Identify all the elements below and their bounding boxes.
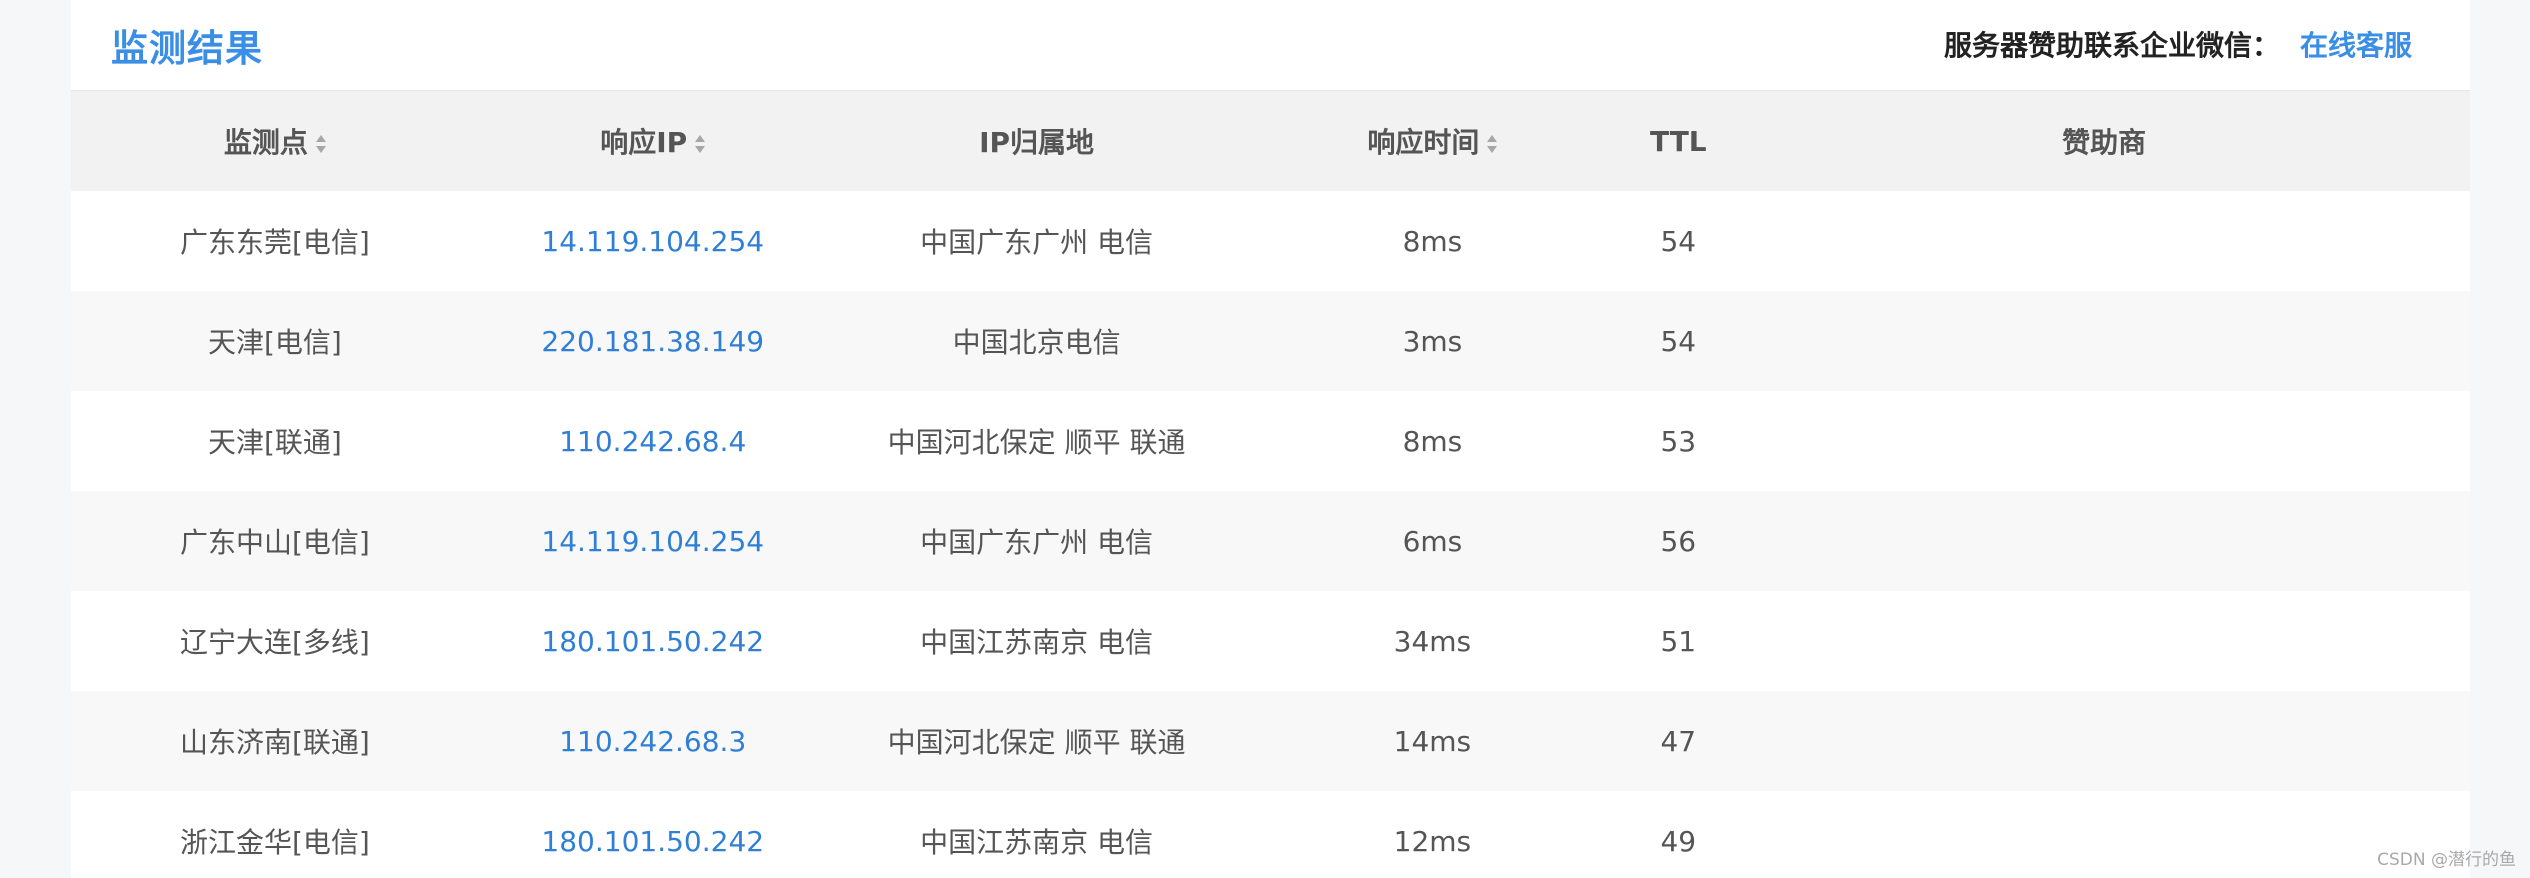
- results-table: 监测点 响应IP IP归属地 响应时间 TTL 赞助商 广东东莞[电信] 14.…: [71, 91, 2470, 878]
- response-ip-link[interactable]: 180.101.50.242: [479, 591, 827, 691]
- sponsor-cell: [1738, 591, 2470, 691]
- ip-location-cell: 中国河北保定 顺平 联通: [887, 426, 1186, 459]
- sponsor-label: 服务器赞助联系企业微信：: [1943, 29, 2280, 62]
- ttl-cell: 54: [1660, 224, 1697, 258]
- ttl-cell: 47: [1660, 724, 1697, 758]
- column-header-monitor-point[interactable]: 监测点: [71, 91, 479, 191]
- sponsor-cell: [1738, 491, 2470, 591]
- monitor-point-cell: 山东济南[联通]: [179, 726, 370, 759]
- table-header-row: 监测点 响应IP IP归属地 响应时间 TTL 赞助商: [71, 91, 2470, 191]
- monitor-point-cell: 辽宁大连[多线]: [179, 626, 370, 659]
- response-time-cell: 6ms: [1402, 524, 1463, 558]
- table-row: 浙江金华[电信] 180.101.50.242 中国江苏南京 电信 12ms 4…: [71, 791, 2470, 878]
- response-time-cell: 8ms: [1402, 424, 1463, 458]
- ttl-cell: 56: [1660, 524, 1697, 558]
- sponsor-cell: [1738, 291, 2470, 391]
- response-ip-link[interactable]: 110.242.68.4: [479, 391, 827, 491]
- table-row: 广东东莞[电信] 14.119.104.254 中国广东广州 电信 8ms 54: [71, 191, 2470, 291]
- table-row: 山东济南[联通] 110.242.68.3 中国河北保定 顺平 联通 14ms …: [71, 691, 2470, 791]
- column-header-ip-location: IP归属地: [979, 126, 1095, 159]
- ttl-cell: 49: [1660, 824, 1697, 858]
- ip-location-cell: 中国河北保定 顺平 联通: [887, 726, 1186, 759]
- response-ip-link[interactable]: 110.242.68.3: [479, 691, 827, 791]
- response-time-cell: 12ms: [1393, 824, 1472, 858]
- csdn-watermark: CSDN @潜行的鱼: [2377, 850, 2516, 870]
- response-ip-link[interactable]: 220.181.38.149: [479, 291, 827, 391]
- ip-location-cell: 中国广东广州 电信: [920, 226, 1154, 259]
- response-time-cell: 14ms: [1393, 724, 1472, 758]
- ip-location-cell: 中国江苏南京 电信: [920, 626, 1154, 659]
- monitor-point-cell: 天津[电信]: [207, 326, 342, 359]
- table-row: 广东中山[电信] 14.119.104.254 中国广东广州 电信 6ms 56: [71, 491, 2470, 591]
- monitor-results-panel: 监测结果 服务器赞助联系企业微信： 在线客服 监测点 响应IP IP归属地 响应时…: [71, 0, 2470, 878]
- response-time-cell: 34ms: [1393, 624, 1472, 658]
- ttl-cell: 54: [1660, 324, 1697, 358]
- ttl-cell: 53: [1660, 424, 1697, 458]
- sort-icon[interactable]: [1487, 133, 1498, 155]
- response-time-cell: 3ms: [1402, 324, 1463, 358]
- page-title: 监测结果: [111, 27, 263, 70]
- sponsor-cell: [1738, 391, 2470, 491]
- monitor-point-cell: 浙江金华[电信]: [179, 826, 370, 859]
- column-header-ttl: TTL: [1649, 124, 1707, 158]
- sponsor-contact: 服务器赞助联系企业微信： 在线客服: [1944, 24, 2412, 64]
- ip-location-cell: 中国北京电信: [952, 326, 1121, 359]
- sort-icon[interactable]: [695, 133, 706, 155]
- ip-location-cell: 中国广东广州 电信: [920, 526, 1154, 559]
- response-ip-link[interactable]: 14.119.104.254: [479, 191, 827, 291]
- monitor-point-cell: 广东东莞[电信]: [179, 226, 370, 259]
- ttl-cell: 51: [1660, 624, 1697, 658]
- column-header-sponsor: 赞助商: [2062, 126, 2147, 159]
- panel-header: 监测结果 服务器赞助联系企业微信： 在线客服: [71, 0, 2470, 91]
- sponsor-cell: [1738, 791, 2470, 878]
- column-header-response-time[interactable]: 响应时间: [1246, 91, 1618, 191]
- response-ip-link[interactable]: 180.101.50.242: [479, 791, 827, 878]
- table-row: 天津[联通] 110.242.68.4 中国河北保定 顺平 联通 8ms 53: [71, 391, 2470, 491]
- response-ip-link[interactable]: 14.119.104.254: [479, 491, 827, 591]
- online-service-link[interactable]: 在线客服: [2300, 29, 2412, 62]
- column-header-response-ip[interactable]: 响应IP: [479, 91, 827, 191]
- ip-location-cell: 中国江苏南京 电信: [920, 826, 1154, 859]
- sponsor-cell: [1738, 191, 2470, 291]
- response-time-cell: 8ms: [1402, 224, 1463, 258]
- table-row: 天津[电信] 220.181.38.149 中国北京电信 3ms 54: [71, 291, 2470, 391]
- sort-icon[interactable]: [315, 133, 326, 155]
- table-row: 辽宁大连[多线] 180.101.50.242 中国江苏南京 电信 34ms 5…: [71, 591, 2470, 691]
- sponsor-cell: [1738, 691, 2470, 791]
- monitor-point-cell: 广东中山[电信]: [179, 526, 370, 559]
- monitor-point-cell: 天津[联通]: [207, 426, 342, 459]
